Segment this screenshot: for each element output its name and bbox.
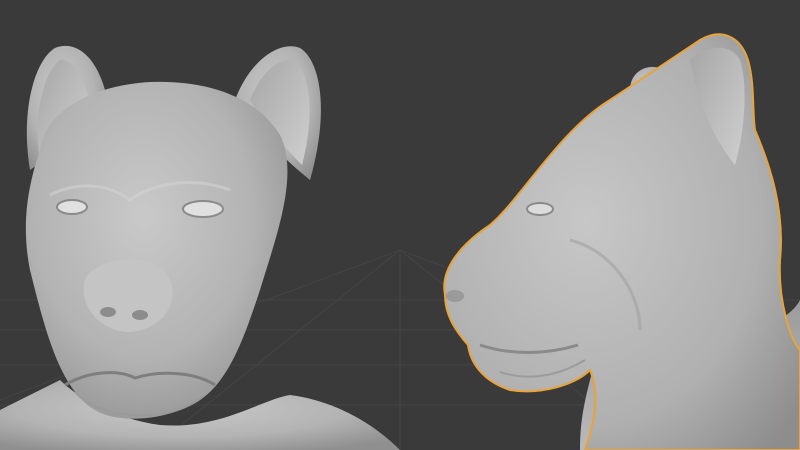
front-right-eye xyxy=(182,200,224,218)
front-head xyxy=(25,81,288,419)
viewport-canvas[interactable] xyxy=(0,0,800,450)
front-nostril-right xyxy=(132,310,148,320)
creature-head-side[interactable] xyxy=(443,33,800,450)
front-nostril-left xyxy=(100,307,116,317)
front-left-eye xyxy=(56,199,88,215)
side-nose xyxy=(446,290,464,302)
3d-viewport[interactable] xyxy=(0,0,800,450)
side-head xyxy=(443,33,800,450)
creature-head-front[interactable] xyxy=(0,45,400,450)
side-eye xyxy=(526,202,554,216)
